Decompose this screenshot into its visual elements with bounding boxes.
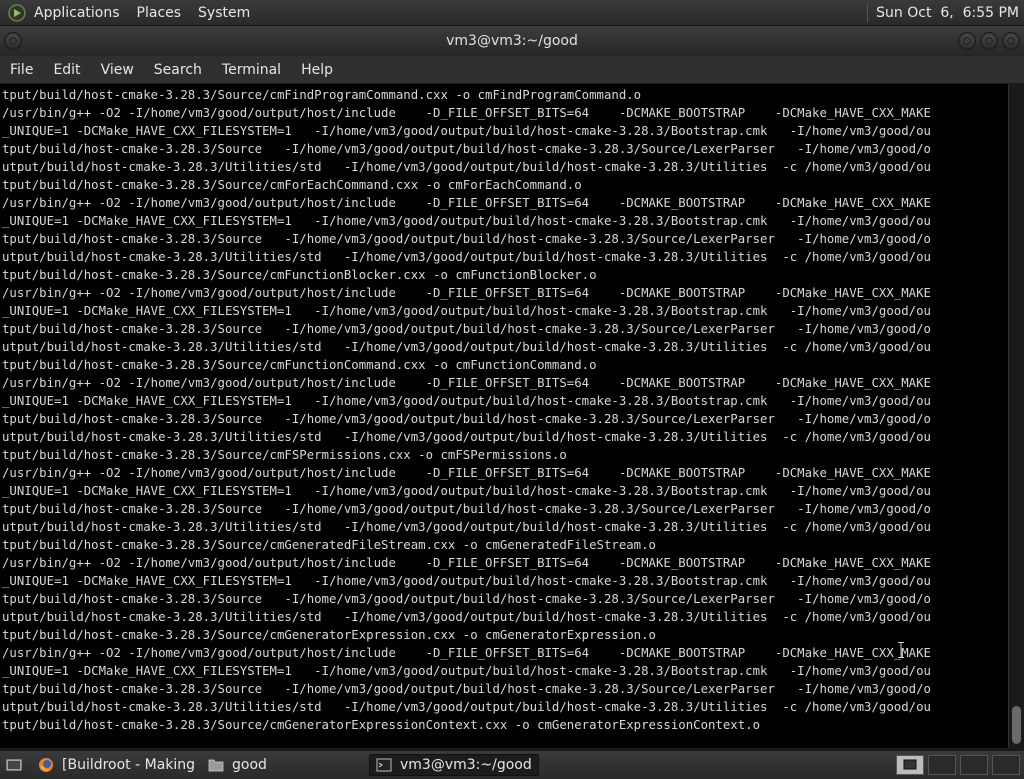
- terminal-line: _UNIQUE=1 -DCMake_HAVE_CXX_FILESYSTEM=1 …: [2, 124, 931, 138]
- terminal-line: utput/build/host-cmake-3.28.3/Utilities/…: [2, 520, 931, 534]
- menu-file[interactable]: File: [0, 62, 43, 78]
- applications-logo-icon[interactable]: [8, 3, 26, 22]
- taskbar-item-firefox[interactable]: [Buildroot - Making ...: [32, 754, 200, 776]
- terminal-line: utput/build/host-cmake-3.28.3/Utilities/…: [2, 160, 931, 174]
- workspace-1-button[interactable]: [896, 755, 924, 775]
- firefox-icon: [39, 758, 53, 772]
- terminal-line: tput/build/host-cmake-3.28.3/Source/cmFo…: [2, 178, 582, 192]
- folder-icon: [208, 759, 224, 772]
- workspace-2-button[interactable]: [928, 755, 956, 775]
- terminal-line: _UNIQUE=1 -DCMake_HAVE_CXX_FILESYSTEM=1 …: [2, 214, 931, 228]
- taskbar-item-terminal[interactable]: vm3@vm3:~/good: [369, 754, 539, 776]
- terminal-line: utput/build/host-cmake-3.28.3/Utilities/…: [2, 250, 931, 264]
- scrollbar-thumb[interactable]: [1012, 706, 1021, 744]
- menu-help[interactable]: Help: [291, 62, 343, 78]
- text-cursor-icon: [898, 642, 904, 658]
- terminal-line: tput/build/host-cmake-3.28.3/Source/cmFu…: [2, 268, 597, 282]
- terminal-line: tput/build/host-cmake-3.28.3/Source -I/h…: [2, 142, 931, 156]
- terminal-line: tput/build/host-cmake-3.28.3/Source -I/h…: [2, 502, 931, 516]
- show-desktop-button[interactable]: [2, 754, 26, 776]
- terminal-output[interactable]: tput/build/host-cmake-3.28.3/Source/cmFi…: [0, 84, 1008, 748]
- maximize-button[interactable]: [980, 32, 998, 50]
- terminal-line: /usr/bin/g++ -O2 -I/home/vm3/good/output…: [2, 376, 931, 390]
- taskbar-label: [Buildroot - Making ...: [62, 757, 200, 773]
- terminal-line: tput/build/host-cmake-3.28.3/Source/cmGe…: [2, 538, 656, 552]
- terminal-scrollbar[interactable]: [1008, 84, 1024, 748]
- terminal-line: tput/build/host-cmake-3.28.3/Source -I/h…: [2, 322, 931, 336]
- menu-system[interactable]: System: [198, 5, 250, 21]
- terminal-line: utput/build/host-cmake-3.28.3/Utilities/…: [2, 340, 931, 354]
- close-button[interactable]: [1002, 32, 1020, 50]
- show-desktop-icon: [6, 759, 22, 771]
- taskbar-label: good: [232, 757, 267, 773]
- menu-places[interactable]: Places: [137, 5, 182, 21]
- clock[interactable]: Sun Oct 6, 6:55 PM: [867, 4, 1019, 22]
- menu-terminal[interactable]: Terminal: [212, 62, 291, 78]
- menu-search[interactable]: Search: [144, 62, 212, 78]
- clock-text: Sun Oct 6, 6:55 PM: [876, 5, 1019, 21]
- panel-separator: [867, 4, 869, 22]
- terminal-line: _UNIQUE=1 -DCMake_HAVE_CXX_FILESYSTEM=1 …: [2, 574, 931, 588]
- terminal-menubar: File Edit View Search Terminal Help: [0, 56, 1024, 83]
- terminal-line: tput/build/host-cmake-3.28.3/Source/cmFu…: [2, 358, 597, 372]
- terminal-line: utput/build/host-cmake-3.28.3/Utilities/…: [2, 430, 931, 444]
- terminal-line: tput/build/host-cmake-3.28.3/Source/cmFS…: [2, 448, 567, 462]
- terminal-line: _UNIQUE=1 -DCMake_HAVE_CXX_FILESYSTEM=1 …: [2, 394, 931, 408]
- terminal-line: /usr/bin/g++ -O2 -I/home/vm3/good/output…: [2, 646, 931, 660]
- terminal-line: /usr/bin/g++ -O2 -I/home/vm3/good/output…: [2, 106, 931, 120]
- taskbar-item-folder[interactable]: good: [202, 754, 362, 776]
- terminal-text: tput/build/host-cmake-3.28.3/Source/cmFi…: [0, 84, 1008, 734]
- terminal-line: _UNIQUE=1 -DCMake_HAVE_CXX_FILESYSTEM=1 …: [2, 304, 931, 318]
- terminal-line: /usr/bin/g++ -O2 -I/home/vm3/good/output…: [2, 196, 931, 210]
- terminal-line: tput/build/host-cmake-3.28.3/Source/cmGe…: [2, 718, 761, 732]
- workspace-4-button[interactable]: [992, 755, 1020, 775]
- bottom-panel: [Buildroot - Making ... good vm3@vm3:~/g…: [0, 750, 1024, 779]
- terminal-line: tput/build/host-cmake-3.28.3/Source/cmGe…: [2, 628, 656, 642]
- menu-view[interactable]: View: [91, 62, 144, 78]
- menu-edit[interactable]: Edit: [43, 62, 90, 78]
- terminal-line: utput/build/host-cmake-3.28.3/Utilities/…: [2, 610, 931, 624]
- terminal-line: _UNIQUE=1 -DCMake_HAVE_CXX_FILESYSTEM=1 …: [2, 484, 931, 498]
- terminal-line: tput/build/host-cmake-3.28.3/Source -I/h…: [2, 682, 931, 696]
- terminal-line: /usr/bin/g++ -O2 -I/home/vm3/good/output…: [2, 556, 931, 570]
- terminal-line: tput/build/host-cmake-3.28.3/Source -I/h…: [2, 592, 931, 606]
- window-title: vm3@vm3:~/good: [446, 33, 578, 49]
- terminal-line: /usr/bin/g++ -O2 -I/home/vm3/good/output…: [2, 466, 931, 480]
- terminal-line: tput/build/host-cmake-3.28.3/Source -I/h…: [2, 412, 931, 426]
- menu-applications[interactable]: Applications: [34, 5, 120, 21]
- terminal-line: tput/build/host-cmake-3.28.3/Source -I/h…: [2, 232, 931, 246]
- workspace-window-icon: [903, 759, 917, 770]
- taskbar-label: vm3@vm3:~/good: [400, 757, 532, 773]
- window-titlebar[interactable]: vm3@vm3:~/good: [0, 26, 1024, 56]
- top-panel: Applications Places System Sun Oct 6, 6:…: [0, 0, 1024, 26]
- terminal-line: _UNIQUE=1 -DCMake_HAVE_CXX_FILESYSTEM=1 …: [2, 664, 931, 678]
- minimize-button[interactable]: [958, 32, 976, 50]
- terminal-line: /usr/bin/g++ -O2 -I/home/vm3/good/output…: [2, 286, 931, 300]
- terminal-line: tput/build/host-cmake-3.28.3/Source/cmFi…: [2, 88, 642, 102]
- window-menu-button[interactable]: [4, 32, 22, 50]
- terminal-icon: [376, 758, 392, 772]
- terminal-line: utput/build/host-cmake-3.28.3/Utilities/…: [2, 700, 931, 714]
- workspace-3-button[interactable]: [960, 755, 988, 775]
